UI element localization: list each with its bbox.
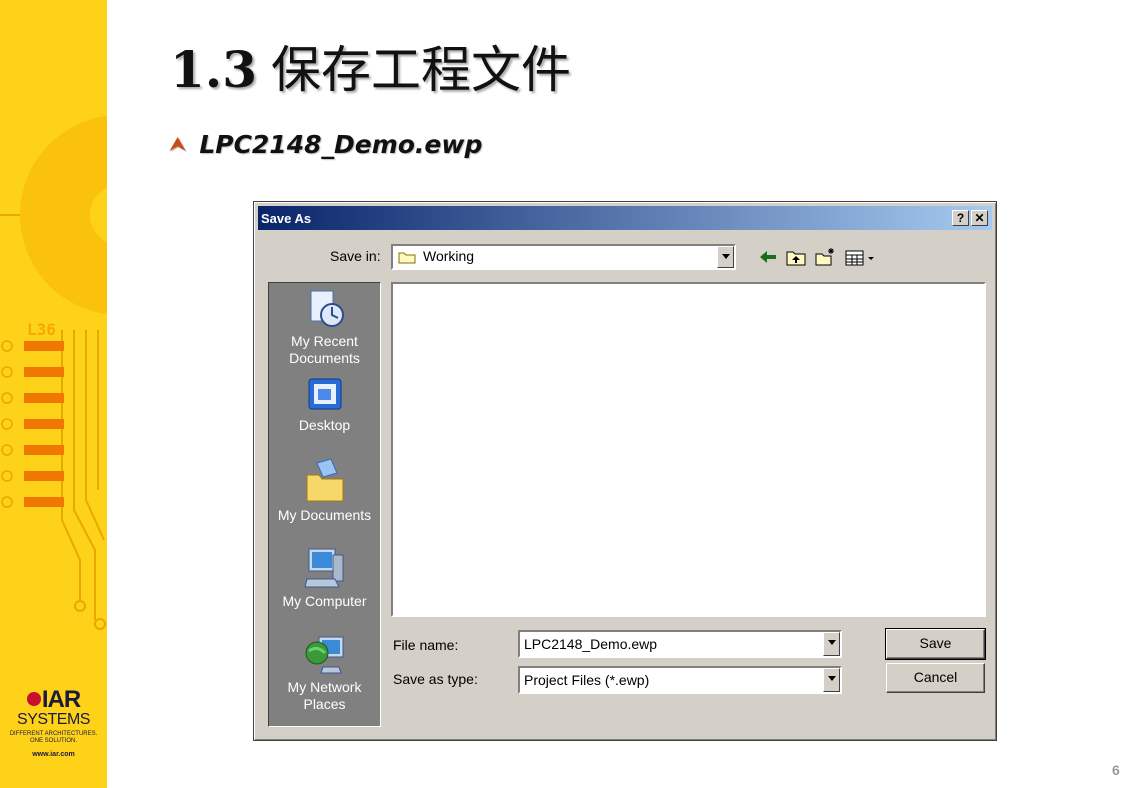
recent-documents-icon (310, 290, 344, 327)
file-name-value: LPC2148_Demo.ewp (524, 636, 658, 652)
slide-title-text: 保存工程文件 (271, 41, 571, 99)
new-folder-icon[interactable] (814, 247, 836, 267)
logo-systems: SYSTEMS (17, 711, 90, 728)
iar-logo: IAR SYSTEMS DIFFERENT ARCHITECTURES. ONE… (0, 686, 107, 759)
save-as-type-value: Project Files (*.ewp) (524, 672, 650, 688)
slide-title-number: 1.3 (170, 40, 257, 99)
my-documents-icon (306, 458, 343, 502)
logo-tagline-2: ONE SOLUTION. (29, 738, 77, 744)
slide-bullet: ⮝ LPC2148_Demo.ewp (170, 130, 482, 159)
file-name-label: File name: (393, 637, 459, 653)
network-places-icon (305, 636, 343, 674)
decorative-side-band: L36 IAR SYSTEMS DIFFERENT ARCHITECTURES.… (0, 0, 107, 788)
file-list[interactable] (391, 282, 986, 617)
slide-title: 1.3 保存工程文件 (170, 30, 571, 102)
cancel-button[interactable]: Cancel (886, 663, 985, 693)
chip-label: L36 (27, 320, 56, 339)
save-button[interactable]: Save (885, 628, 986, 660)
save-in-label: Save in: (330, 248, 381, 264)
desktop-icon (308, 378, 341, 410)
logo-brand: IAR (41, 686, 81, 713)
close-button[interactable]: ✕ (971, 210, 988, 226)
bullet-text: LPC2148_Demo.ewp (199, 130, 483, 159)
logo-tagline-1: DIFFERENT ARCHITECTURES. (9, 731, 98, 737)
up-folder-icon[interactable] (785, 247, 807, 267)
save-as-dialog: Save As ? ✕ Save in: Working My Recent D… (253, 201, 997, 741)
file-name-dropdown-arrow[interactable] (823, 632, 840, 656)
place-recent-documents[interactable]: My Recent Documents (269, 287, 380, 367)
save-in-dropdown-arrow[interactable] (717, 246, 734, 268)
folder-icon (398, 250, 416, 269)
save-in-value: Working (423, 248, 475, 264)
logo-dot-icon (26, 692, 41, 706)
place-my-documents[interactable]: My Documents (269, 457, 380, 524)
help-button[interactable]: ? (952, 210, 969, 226)
save-as-type-label: Save as type: (393, 671, 478, 687)
dialog-titlebar[interactable]: Save As ? ✕ (258, 206, 992, 230)
view-menu-icon[interactable] (844, 247, 878, 267)
dialog-title: Save As (261, 211, 312, 226)
bullet-arrow-icon: ⮝ (170, 134, 186, 155)
save-as-type-dropdown[interactable]: Project Files (*.ewp) (518, 666, 842, 694)
file-name-input[interactable]: LPC2148_Demo.ewp (518, 630, 842, 658)
page-number: 6 (1112, 762, 1120, 778)
place-my-computer[interactable]: My Computer (269, 545, 380, 610)
back-arrow-icon[interactable] (757, 247, 779, 267)
save-as-type-dropdown-arrow[interactable] (823, 668, 840, 692)
place-my-network[interactable]: My Network Places (269, 631, 380, 713)
save-in-dropdown[interactable]: Working (391, 244, 736, 270)
my-computer-icon (303, 548, 343, 588)
circuit-decoration (0, 115, 107, 630)
logo-url: www.iar.com (32, 751, 75, 758)
place-desktop[interactable]: Desktop (269, 375, 380, 434)
places-bar: My Recent Documents Desktop My Documents (268, 282, 381, 727)
